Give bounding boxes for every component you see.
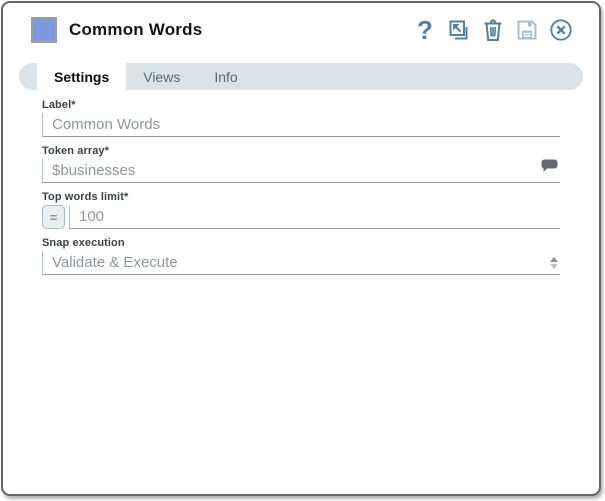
expression-toggle-button[interactable]: = <box>42 205 65 229</box>
snap-execution-field-group: Snap execution Validate & Execute <box>42 237 560 275</box>
tab-bar-left-cap <box>19 63 37 90</box>
close-button[interactable] <box>549 17 573 43</box>
delete-button[interactable] <box>481 17 505 43</box>
help-button[interactable]: ? <box>413 17 437 43</box>
tab-info-label: Info <box>214 68 238 85</box>
tab-views[interactable]: Views <box>126 63 197 90</box>
top-words-limit-field-label: Top words limit* <box>42 191 129 203</box>
dialog-header: Common Words ? <box>3 3 599 45</box>
top-words-limit-field-group: Top words limit* = 100 <box>42 191 560 229</box>
save-button[interactable] <box>515 17 539 43</box>
label-field-label: Label* <box>42 99 76 111</box>
tab-bar: Settings Views Info <box>19 63 583 90</box>
tab-views-label: Views <box>143 68 181 85</box>
spinner-down-arrow-icon <box>550 264 558 269</box>
token-array-field-label: Token array* <box>42 145 110 157</box>
select-spinner-icon[interactable] <box>550 257 558 269</box>
comment-bubble-icon[interactable] <box>541 159 558 177</box>
label-input-value: Common Words <box>52 116 161 133</box>
equals-icon: = <box>49 209 58 225</box>
token-array-input-value: $businesses <box>52 162 136 179</box>
snap-settings-dialog: Common Words ? Settings Views Info Label… <box>1 1 601 496</box>
help-icon: ? <box>417 15 433 45</box>
tab-settings[interactable]: Settings <box>37 63 127 90</box>
save-icon <box>517 20 537 40</box>
header-actions: ? <box>413 17 573 43</box>
expand-icon <box>449 20 468 40</box>
snap-execution-selected-value: Validate & Execute <box>52 254 178 271</box>
expand-button[interactable] <box>447 17 471 43</box>
token-array-field-group: Token array* $businesses <box>42 145 560 183</box>
spinner-up-arrow-icon <box>550 257 558 262</box>
top-words-limit-input-value: 100 <box>79 208 105 225</box>
snap-execution-select[interactable]: Validate & Execute <box>42 251 560 275</box>
snap-icon <box>31 17 57 43</box>
label-input[interactable]: Common Words <box>42 113 560 137</box>
close-icon <box>550 19 572 41</box>
trash-icon <box>484 19 502 41</box>
settings-form: Label* Common Words Token array* $busine… <box>3 90 599 275</box>
label-field-group: Label* Common Words <box>42 99 560 137</box>
tab-info[interactable]: Info <box>197 63 254 90</box>
dialog-title: Common Words <box>69 20 203 39</box>
snap-execution-field-label: Snap execution <box>42 237 125 249</box>
top-words-limit-input[interactable]: 100 <box>69 205 560 229</box>
tab-settings-label: Settings <box>54 68 110 85</box>
token-array-input[interactable]: $businesses <box>42 159 560 183</box>
